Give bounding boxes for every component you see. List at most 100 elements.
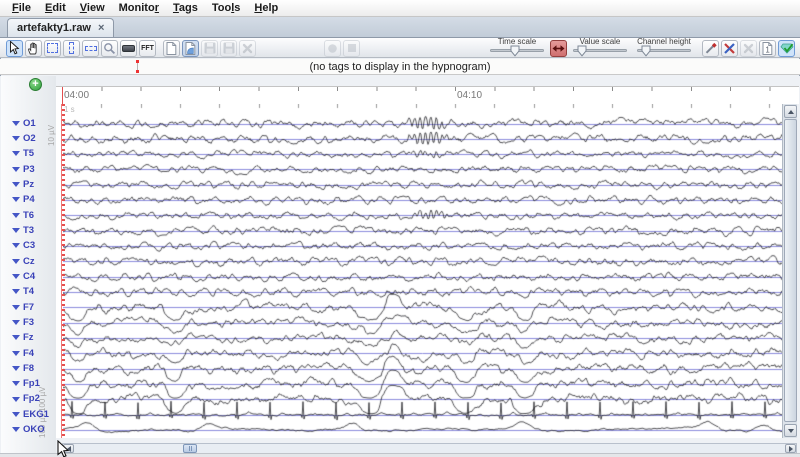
red-fit-icon <box>552 43 565 54</box>
channel-dropdown-icon[interactable] <box>12 167 20 172</box>
channel-dropdown-icon[interactable] <box>12 182 20 187</box>
channel-label-P4[interactable]: P4 <box>12 194 35 205</box>
scroll-down-button[interactable] <box>784 424 797 437</box>
channel-label-Cz[interactable]: Cz <box>12 256 35 267</box>
channel-label-O2[interactable]: O2 <box>12 133 36 144</box>
channel-label-C3[interactable]: C3 <box>12 240 35 251</box>
channel-dropdown-icon[interactable] <box>12 381 20 386</box>
select-column-button[interactable] <box>63 40 80 57</box>
channel-dropdown-icon[interactable] <box>12 151 20 156</box>
minute-ticks <box>62 87 792 91</box>
channel-label-T4[interactable]: T4 <box>12 286 34 297</box>
channel-dropdown-icon[interactable] <box>12 427 20 432</box>
x-mark-icon <box>242 43 253 54</box>
fft-button[interactable]: FFT <box>139 40 156 57</box>
channel-dropdown-icon[interactable] <box>12 335 20 340</box>
menu-view[interactable]: View <box>73 2 112 14</box>
channel-label-T3[interactable]: T3 <box>12 225 34 236</box>
channel-label-O1[interactable]: O1 <box>12 118 36 129</box>
channel-name: EKG1 <box>23 410 49 420</box>
channel-dropdown-icon[interactable] <box>12 412 20 417</box>
channel-dropdown-icon[interactable] <box>12 228 20 233</box>
menu-help[interactable]: Help <box>247 2 285 14</box>
scroll-up-button[interactable] <box>784 105 797 118</box>
dashed-rect-icon <box>47 43 58 53</box>
ruler-button[interactable] <box>120 40 137 57</box>
channel-label-EKG1[interactable]: EKG1 <box>12 409 49 420</box>
channel-label-Fp2[interactable]: Fp2 <box>12 394 40 405</box>
horizontal-scroll-thumb[interactable] <box>183 444 197 453</box>
channel-label-T6[interactable]: T6 <box>12 210 34 221</box>
signal-view: + 10 µV 100 µV 100 µV O1O2T5P3PzP4T6T3C3… <box>0 76 800 453</box>
hand-pan-button[interactable] <box>25 40 42 57</box>
tab-artefakty1-raw[interactable]: artefakty1.raw × <box>7 18 114 37</box>
channel-label-C4[interactable]: C4 <box>12 271 35 282</box>
zoom-button[interactable] <box>101 40 118 57</box>
channel-label-F8[interactable]: F8 <box>12 363 34 374</box>
channel-label-T5[interactable]: T5 <box>12 148 34 159</box>
channel-label-Pz[interactable]: Pz <box>12 179 34 190</box>
vertical-scrollbar[interactable] <box>782 104 797 438</box>
channel-label-F7[interactable]: F7 <box>12 302 34 313</box>
channel-label-Fp1[interactable]: Fp1 <box>12 378 40 389</box>
channel-name: T4 <box>23 287 34 297</box>
select-channel-button[interactable] <box>82 40 99 57</box>
channel-label-F4[interactable]: F4 <box>12 348 34 359</box>
menu-bar: FileEditViewMonitorTagsToolsHelp <box>0 0 800 17</box>
channel-dropdown-icon[interactable] <box>12 274 20 279</box>
save-tag-button <box>201 40 218 57</box>
channel-dropdown-icon[interactable] <box>12 289 20 294</box>
arrow-up-icon <box>788 110 794 114</box>
scroll-right-button[interactable] <box>785 444 796 453</box>
menu-tools[interactable]: Tools <box>205 2 248 14</box>
channel-dropdown-icon[interactable] <box>12 136 20 141</box>
channel-dropdown-icon[interactable] <box>12 305 20 310</box>
record-button <box>324 40 341 57</box>
channel-name: O2 <box>23 134 36 144</box>
page-blue-icon <box>185 42 196 55</box>
channel-dropdown-icon[interactable] <box>12 397 20 402</box>
blank-page-icon <box>166 42 177 55</box>
new-tag-document-button[interactable] <box>163 40 180 57</box>
menu-file[interactable]: File <box>5 2 38 14</box>
channel-dropdown-icon[interactable] <box>12 243 20 248</box>
menu-edit[interactable]: Edit <box>38 2 73 14</box>
signal-plot[interactable] <box>63 104 782 438</box>
fft-icon: FFT <box>141 45 154 52</box>
signal-montage-button[interactable] <box>702 40 719 57</box>
fit-page-button[interactable] <box>550 40 567 57</box>
tab-title: artefakty1.raw <box>17 22 91 34</box>
channel-height-slider[interactable]: Channel height <box>635 39 693 57</box>
channel-name: F8 <box>23 364 34 374</box>
value-scale-slider[interactable]: Value scale <box>571 39 629 57</box>
menu-monitor[interactable]: Monitor <box>112 2 166 14</box>
tab-close-icon[interactable]: × <box>98 23 104 34</box>
dashed-row-icon <box>85 46 97 51</box>
channel-dropdown-icon[interactable] <box>12 351 20 356</box>
tab-bar: artefakty1.raw × <box>0 17 800 38</box>
probe-icon <box>704 42 717 55</box>
channel-label-F3[interactable]: F3 <box>12 317 34 328</box>
time-scale-slider[interactable]: Time scale <box>488 39 546 57</box>
arrow-select-button[interactable] <box>6 40 23 57</box>
channel-dropdown-icon[interactable] <box>12 213 20 218</box>
channel-name: C3 <box>23 241 35 251</box>
channel-dropdown-icon[interactable] <box>12 197 20 202</box>
filtering-toggle-button[interactable] <box>778 40 795 57</box>
select-block-button[interactable] <box>44 40 61 57</box>
channel-label-Fz[interactable]: Fz <box>12 332 34 343</box>
page-one-icon: 1 <box>762 42 773 55</box>
tag-info-button[interactable]: 1 <box>759 40 776 57</box>
channel-dropdown-icon[interactable] <box>12 366 20 371</box>
add-channel-button[interactable]: + <box>29 78 42 91</box>
channel-label-OKO[interactable]: OKO <box>12 424 45 435</box>
menu-tags[interactable]: Tags <box>166 2 205 14</box>
channel-dropdown-icon[interactable] <box>12 259 20 264</box>
channel-dropdown-icon[interactable] <box>12 121 20 126</box>
channel-label-P3[interactable]: P3 <box>12 164 35 175</box>
channel-name: Pz <box>23 180 34 190</box>
signal-filters-button[interactable] <box>721 40 738 57</box>
vertical-scroll-thumb[interactable] <box>784 119 797 422</box>
channel-dropdown-icon[interactable] <box>12 320 20 325</box>
open-tag-document-button[interactable] <box>182 40 199 57</box>
